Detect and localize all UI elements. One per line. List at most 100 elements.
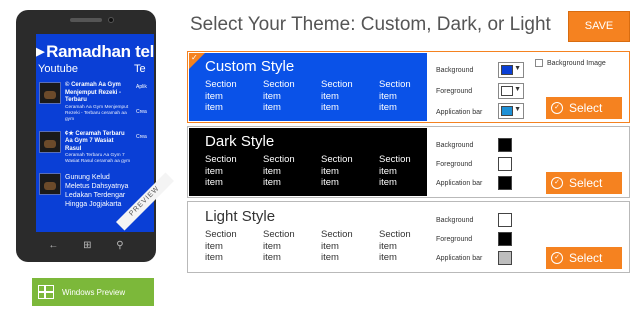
- list-item: ¢★ Ceramah Terbaru Aa Gym 7 Wasiat Rasul…: [39, 130, 131, 166]
- section-column: Section item item: [263, 79, 321, 114]
- color-swatch: [501, 86, 513, 96]
- color-swatch: [501, 65, 513, 75]
- video-thumbnail: [39, 173, 61, 195]
- theme-preview-light: Light Style Section item item Section it…: [189, 203, 427, 271]
- section-item: item: [205, 177, 223, 188]
- list-item: © Ceramah Aa Gym Menjemput Rezeki - Terb…: [39, 82, 131, 123]
- section-item: item: [321, 102, 339, 113]
- select-light-button[interactable]: ✓ Select: [546, 247, 622, 269]
- windows-preview-label: Windows Preview: [62, 287, 126, 297]
- check-icon: ✓: [191, 53, 198, 62]
- feed-title: © Ceramah Aa Gym Menjemput Rezeki - Terb…: [65, 82, 122, 103]
- windows-start-icon: ⊞: [83, 239, 92, 251]
- section-item: item: [321, 165, 339, 177]
- color-swatch: [501, 106, 513, 116]
- foreground-color-swatch: [498, 157, 512, 171]
- theme-sections: Section item item Section item item Sect…: [205, 229, 437, 264]
- phone-top-bezel: [16, 10, 156, 32]
- section-item: item: [263, 252, 281, 263]
- theme-sections: Section item item Section item item Sect…: [205, 154, 437, 189]
- page-title: Select Your Theme: Custom, Dark, or Ligh…: [190, 14, 551, 35]
- foreground-label: Foreground: [436, 88, 473, 95]
- foreground-color-swatch: [498, 232, 512, 246]
- foreground-color-picker[interactable]: ▼: [498, 83, 524, 99]
- application-bar-color-swatch: [498, 251, 512, 265]
- preview-feed: © Ceramah Aa Gym Menjemput Rezeki - Terb…: [39, 82, 131, 217]
- section-heading: Section: [263, 79, 295, 90]
- background-label: Background: [436, 217, 474, 224]
- section-column: Section item item: [321, 79, 379, 114]
- section-item: item: [205, 90, 223, 102]
- phone-preview: ▶Ramadhan telah Youtube Te © Ceramah Aa …: [16, 10, 174, 262]
- background-color-swatch: [498, 138, 512, 152]
- section-item: item: [321, 240, 339, 252]
- theme-preview-dark: Dark Style Section item item Section ite…: [189, 128, 427, 196]
- select-label: Select: [569, 176, 603, 190]
- select-custom-button[interactable]: ✓ Select: [546, 97, 622, 119]
- section-item: item: [205, 240, 223, 252]
- theme-card-custom[interactable]: ✓ Custom Style Section item item Section…: [187, 51, 630, 123]
- theme-card-dark[interactable]: Dark Style Section item item Section ite…: [187, 126, 630, 198]
- theme-settings-custom: Background ▼ Foreground ▼ Application ba…: [428, 53, 629, 121]
- theme-name: Custom Style: [205, 58, 295, 75]
- application-bar-label: Application bar: [436, 180, 483, 187]
- theme-sections: Section item item Section item item Sect…: [205, 79, 437, 114]
- section-heading: Section: [205, 229, 237, 240]
- list-item: Gunung Kelud Meletus Dahsyatnya Ledakan …: [39, 173, 131, 209]
- dropdown-arrow-icon: ▼: [514, 106, 521, 113]
- section-item: item: [263, 102, 281, 113]
- section-heading: Section: [321, 154, 353, 165]
- back-icon: ←: [48, 239, 59, 251]
- windows-preview-button[interactable]: Windows Preview: [32, 278, 154, 306]
- section-item: item: [263, 177, 281, 188]
- theme-name: Light Style: [205, 208, 276, 225]
- theme-preview-custom: ✓ Custom Style Section item item Section…: [189, 53, 427, 121]
- background-label: Background: [436, 67, 474, 74]
- section-column: Section item item: [321, 154, 379, 189]
- phone-nav-buttons: ← ⊞ ⚲: [36, 234, 136, 256]
- select-icon: ✓: [551, 252, 563, 264]
- preview-side-column: Aplik Crea Crea: [136, 84, 154, 159]
- foreground-label: Foreground: [436, 161, 473, 168]
- select-label: Select: [569, 101, 603, 115]
- theme-card-light[interactable]: Light Style Section item item Section it…: [187, 201, 630, 273]
- preview-subtitle-2: Te: [134, 63, 146, 75]
- background-image-label: Background Image: [547, 59, 606, 67]
- feed-title: Gunung Kelud Meletus Dahsyatnya Ledakan …: [65, 174, 129, 208]
- background-label: Background: [436, 142, 474, 149]
- background-image-checkbox[interactable]: [535, 59, 543, 67]
- dropdown-arrow-icon: ▼: [514, 86, 521, 93]
- section-item: item: [321, 90, 339, 102]
- search-icon: ⚲: [116, 239, 124, 251]
- background-color-picker[interactable]: ▼: [498, 62, 524, 78]
- section-heading: Section: [321, 229, 353, 240]
- section-item: item: [205, 252, 223, 263]
- preview-subtitle: Youtube: [38, 63, 78, 75]
- side-text: Aplik: [136, 84, 147, 90]
- background-image-option[interactable]: Background Image: [535, 59, 606, 67]
- video-thumbnail: [39, 130, 61, 153]
- select-dark-button[interactable]: ✓ Select: [546, 172, 622, 194]
- application-bar-label: Application bar: [436, 255, 483, 262]
- select-icon: ✓: [551, 177, 563, 189]
- section-heading: Section: [263, 229, 295, 240]
- foreground-label: Foreground: [436, 236, 473, 243]
- save-button[interactable]: SAVE: [568, 11, 630, 42]
- background-color-swatch: [498, 213, 512, 227]
- section-item: item: [321, 177, 339, 188]
- theme-settings-light: Background Foreground Application bar ✓ …: [428, 203, 629, 271]
- section-column: Section item item: [263, 229, 321, 264]
- application-bar-color-swatch: [498, 176, 512, 190]
- section-item: item: [263, 90, 281, 102]
- section-item: item: [205, 165, 223, 177]
- section-item: item: [263, 165, 281, 177]
- phone-camera-icon: [108, 17, 114, 23]
- select-label: Select: [569, 251, 603, 265]
- application-bar-color-picker[interactable]: ▼: [498, 103, 524, 119]
- feed-snippet: Ceramah Aa Gym Menjemput Rezeki - Terbar…: [65, 104, 129, 122]
- video-thumbnail: [39, 82, 61, 104]
- section-heading: Section: [205, 79, 237, 90]
- select-icon: ✓: [551, 102, 563, 114]
- application-bar-label: Application bar: [436, 109, 483, 116]
- windows-logo-icon: [37, 284, 54, 299]
